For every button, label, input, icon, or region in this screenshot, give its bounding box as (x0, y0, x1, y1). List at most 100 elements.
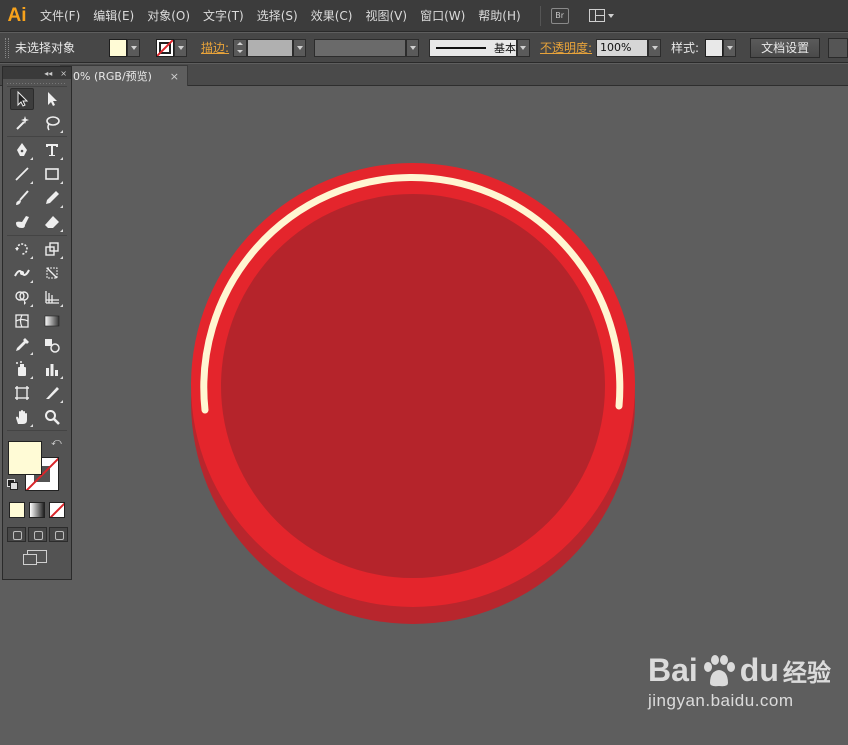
panel-grip[interactable] (7, 79, 67, 87)
workspace-switcher[interactable] (588, 9, 614, 22)
arrow-down-icon (237, 50, 244, 53)
variable-width-profile[interactable] (314, 38, 407, 57)
shape-builder-tool[interactable] (10, 286, 34, 308)
tool-flyout-indicator (60, 304, 63, 307)
fill-dropdown[interactable] (127, 38, 141, 57)
baidu-logo: Bai du 经验 (648, 652, 838, 689)
pen-tool[interactable] (10, 139, 34, 161)
gradient-tool[interactable] (40, 310, 64, 332)
stroke-line-preview (436, 46, 486, 49)
tool-flyout-indicator (30, 280, 33, 283)
stroke-swatch[interactable] (156, 38, 175, 57)
screen-mode-button[interactable] (3, 550, 71, 565)
stroke-dropdown[interactable] (174, 38, 188, 57)
chevron-down-icon (177, 45, 184, 50)
scale-tool[interactable] (40, 238, 64, 260)
line-segment-tool[interactable] (10, 163, 34, 185)
document-tab[interactable]: 0% (RGB/预览) × (60, 65, 188, 86)
paintbrush-tool[interactable] (10, 187, 34, 209)
zoom-tool[interactable] (40, 406, 64, 428)
mesh-icon (15, 314, 29, 328)
stroke-weight-spinner[interactable] (233, 38, 248, 57)
symbol-sprayer-icon (16, 361, 26, 376)
bridge-button[interactable]: Br (550, 7, 569, 24)
blob-brush-tool[interactable] (10, 211, 34, 233)
collapse-panel-icon[interactable]: ◂◂ (44, 69, 52, 78)
menu-object[interactable]: 对象(O) (147, 7, 190, 24)
panel-grip[interactable] (5, 37, 9, 58)
magic-wand-tool[interactable] (10, 112, 34, 134)
hand-tool[interactable] (10, 406, 34, 428)
opacity-dropdown[interactable] (648, 38, 662, 57)
stroke-weight-field[interactable] (247, 38, 294, 57)
opacity-link[interactable]: 不透明度: (540, 39, 592, 56)
eyedropper-tool[interactable] (10, 334, 34, 356)
artboard-tool[interactable] (10, 382, 34, 404)
profile-dropdown[interactable] (406, 38, 420, 57)
free-transform-tool[interactable] (40, 262, 64, 284)
artboard-canvas[interactable] (0, 87, 848, 745)
line-icon (15, 167, 29, 181)
draw-inside-button[interactable] (48, 527, 68, 542)
graphic-style-swatch[interactable] (705, 38, 724, 57)
menu-edit[interactable]: 编辑(E) (93, 7, 134, 24)
direct-selection-tool[interactable] (40, 88, 64, 110)
draw-behind-button[interactable] (27, 527, 47, 542)
default-colors-icon[interactable] (7, 479, 18, 490)
chevron-down-icon (651, 45, 658, 50)
screen-mode-icon (23, 550, 47, 565)
chevron-down-icon (520, 45, 527, 50)
eraser-tool[interactable] (40, 211, 64, 233)
opacity-field[interactable]: 100% (596, 38, 649, 57)
stroke-weight-dropdown[interactable] (293, 38, 307, 57)
tool-flyout-indicator (60, 376, 63, 379)
shape-builder-icon (15, 291, 29, 305)
layout-grid-icon (588, 9, 605, 22)
width-tool[interactable] (10, 262, 34, 284)
lasso-tool[interactable] (40, 112, 64, 134)
stroke-link[interactable]: 描边: (201, 39, 229, 56)
rectangle-tool[interactable] (40, 163, 64, 185)
draw-normal-button[interactable] (6, 527, 26, 542)
symbol-sprayer-tool[interactable] (10, 358, 34, 380)
pencil-tool[interactable] (40, 187, 64, 209)
blend-tool[interactable] (40, 334, 64, 356)
watermark-brand-a: Bai (648, 652, 698, 688)
swap-arrows-icon[interactable]: ⤺ (51, 437, 62, 448)
fill-swatch[interactable] (109, 38, 128, 57)
mesh-tool[interactable] (10, 310, 34, 332)
menu-select[interactable]: 选择(S) (257, 7, 298, 24)
perspective-grid-tool[interactable] (40, 286, 64, 308)
gradient-mode-button[interactable] (29, 502, 45, 518)
none-mode-button[interactable] (49, 502, 65, 518)
tools-panel-header: ◂◂ × (3, 67, 71, 79)
selection-tool[interactable] (10, 88, 34, 110)
slice-tool[interactable] (40, 382, 64, 404)
watermark-url: jingyan.baidu.com (648, 691, 794, 710)
preferences-button[interactable] (828, 37, 848, 58)
close-icon[interactable]: × (170, 70, 179, 83)
document-setup-button[interactable]: 文档设置 (750, 37, 821, 58)
fill-color-swatch[interactable] (8, 441, 42, 475)
column-graph-tool[interactable] (40, 358, 64, 380)
color-mode-button[interactable] (9, 502, 25, 518)
rotate-tool[interactable] (10, 238, 34, 260)
brush-dropdown[interactable] (516, 38, 530, 57)
tool-divider (7, 136, 67, 137)
style-dropdown[interactable] (723, 38, 737, 57)
close-icon[interactable]: × (60, 69, 67, 78)
type-tool[interactable] (40, 139, 64, 161)
perspective-grid-icon (45, 291, 59, 304)
menu-view[interactable]: 视图(V) (365, 7, 407, 24)
menu-type[interactable]: 文字(T) (203, 7, 244, 24)
magnifier-icon (45, 410, 60, 425)
menu-window[interactable]: 窗口(W) (420, 7, 465, 24)
brush-definition[interactable]: 基本 (429, 38, 517, 57)
chevron-down-icon (130, 45, 137, 50)
baidu-jingyan-watermark: Bai du 经验 jingyan.baidu.com (648, 652, 838, 732)
red-button-artwork[interactable] (188, 162, 638, 627)
menu-effect[interactable]: 效果(C) (311, 7, 353, 24)
brush-label: 基本 (494, 41, 516, 55)
menu-file[interactable]: 文件(F) (40, 7, 80, 24)
menu-help[interactable]: 帮助(H) (478, 7, 520, 24)
